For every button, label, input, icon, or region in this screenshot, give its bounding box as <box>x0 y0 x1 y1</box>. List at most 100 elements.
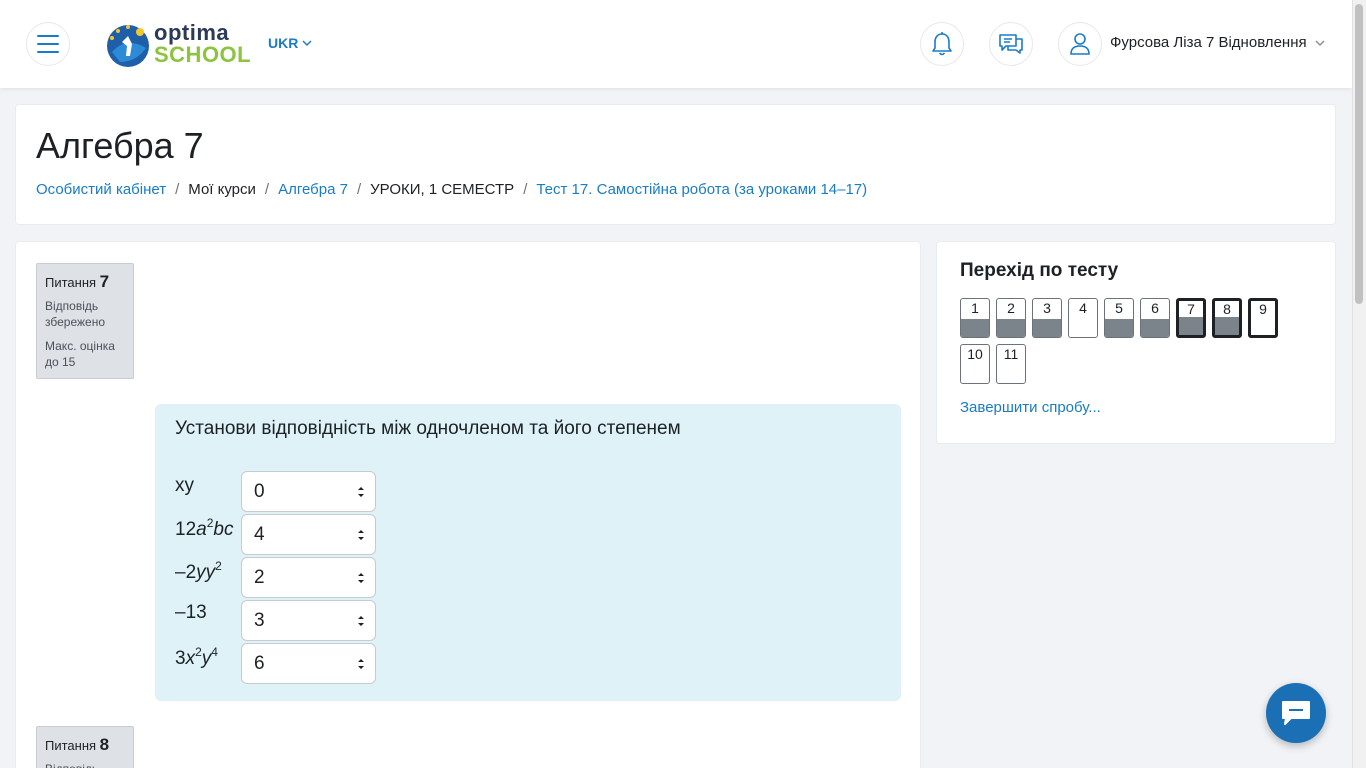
breadcrumb: Особистий кабінет / Мої курси / Алгебра … <box>36 181 867 198</box>
match-select-value: 0 <box>254 481 265 502</box>
quiz-nav-button-label: 6 <box>1151 300 1159 316</box>
quiz-nav-button-4[interactable]: 4 <box>1068 298 1098 338</box>
quiz-nav-button-1[interactable]: 1 <box>960 298 990 338</box>
match-select-value: 3 <box>254 610 265 631</box>
question-number: Питання 8 <box>45 735 125 755</box>
chevron-down-icon <box>302 40 312 47</box>
breadcrumb-separator: / <box>264 181 270 198</box>
quiz-nav-button-label: 4 <box>1079 300 1087 316</box>
scrollbar-thumb[interactable] <box>1355 4 1363 304</box>
quiz-nav-button-5[interactable]: 5 <box>1104 298 1134 338</box>
answered-indicator <box>1179 317 1203 335</box>
answered-indicator <box>1033 319 1061 337</box>
language-label: UKR <box>268 35 299 51</box>
match-row: 12a2bc 4 <box>175 514 395 556</box>
quiz-nav-button-label: 8 <box>1223 301 1231 317</box>
question-state: Відповідь <box>45 761 125 768</box>
support-chat-button[interactable] <box>1266 683 1326 743</box>
answered-indicator <box>1141 319 1169 337</box>
match-term: –2yy2 <box>175 559 222 583</box>
quiz-navigation-block: Перехід по тесту 1 2 3 4 5 6 7 8 9 10 11 Завершити… <box>936 241 1336 444</box>
match-row: –13 3 <box>175 600 395 642</box>
question-state: Відповідь збережено <box>45 299 105 329</box>
user-menu[interactable]: Фурсова Ліза 7 Відновлення <box>1110 34 1325 51</box>
question-formulation: Установи відповідність між одночленом та… <box>155 404 901 701</box>
breadcrumb-separator: / <box>175 181 180 198</box>
quiz-nav-button-2[interactable]: 2 <box>996 298 1026 338</box>
question-number-value: 8 <box>99 735 110 754</box>
hamburger-icon-line <box>37 51 59 53</box>
question-max-grade: Макс. оцінка до 15 <box>45 339 115 369</box>
quiz-nav-button-label: 3 <box>1043 300 1051 316</box>
hamburger-icon-line <box>37 43 59 45</box>
page-scrollbar[interactable] <box>1352 0 1366 768</box>
breadcrumb-separator: / <box>356 181 362 198</box>
question-number: Питання 7 <box>45 272 125 292</box>
breadcrumb-item-course[interactable]: Алгебра 7 <box>278 181 348 198</box>
match-row: 3x2y4 6 <box>175 643 395 685</box>
question-info-8: Питання 8 Відповідь <box>36 726 134 768</box>
top-navbar: optima SCHOOL UKR Фурсова Ліза 7 Відновл… <box>0 0 1352 88</box>
select-arrows-icon <box>358 487 364 497</box>
breadcrumb-separator: / <box>523 181 528 198</box>
site-logo[interactable]: optima SCHOOL <box>106 22 251 68</box>
quiz-nav-button-label: 10 <box>967 346 983 362</box>
quiz-nav-button-3[interactable]: 3 <box>1032 298 1062 338</box>
match-select-value: 6 <box>254 653 265 674</box>
select-arrows-icon <box>358 573 364 583</box>
logo-globe-icon <box>107 25 149 67</box>
answered-indicator <box>961 319 989 337</box>
chevron-down-icon <box>1315 39 1325 46</box>
logo-text-bottom: SCHOOL <box>154 42 252 67</box>
bell-icon <box>932 32 952 56</box>
messages-button[interactable] <box>989 22 1033 66</box>
match-select[interactable]: 4 <box>241 514 376 555</box>
match-select[interactable]: 3 <box>241 600 376 641</box>
match-term: 3x2y4 <box>175 645 218 669</box>
user-icon <box>1070 33 1090 55</box>
breadcrumb-item-dashboard[interactable]: Особистий кабінет <box>36 181 166 198</box>
answered-indicator <box>1105 319 1133 337</box>
page-title: Алгебра 7 <box>36 125 204 166</box>
question-area: Питання 7 Відповідь збережено Макс. оцін… <box>15 241 921 768</box>
select-arrows-icon <box>358 616 364 626</box>
select-arrows-icon <box>358 659 364 669</box>
match-select-value: 4 <box>254 524 265 545</box>
match-row: –2yy2 2 <box>175 557 395 599</box>
quiz-nav-button-10[interactable]: 10 <box>960 344 990 384</box>
match-row: xy 0 <box>175 471 395 513</box>
quiz-nav-button-11[interactable]: 11 <box>996 344 1026 384</box>
quiz-nav-button-7[interactable]: 7 <box>1176 298 1206 338</box>
question-label: Питання <box>45 738 97 753</box>
hamburger-menu-button[interactable] <box>26 22 70 66</box>
quiz-nav-button-label: 11 <box>1003 346 1019 362</box>
quiz-nav-button-9[interactable]: 9 <box>1248 298 1278 338</box>
breadcrumb-item-quiz[interactable]: Тест 17. Самостійна робота (за уроками 1… <box>536 181 867 198</box>
breadcrumb-item-my-courses: Мої курси <box>188 181 256 198</box>
match-term: 12a2bc <box>175 516 234 540</box>
quiz-nav-button-label: 1 <box>971 300 979 316</box>
match-select[interactable]: 0 <box>241 471 376 512</box>
match-select[interactable]: 2 <box>241 557 376 598</box>
match-select-value: 2 <box>254 567 265 588</box>
user-name: Фурсова Ліза 7 Відновлення <box>1110 34 1307 51</box>
match-select[interactable]: 6 <box>241 643 376 684</box>
question-number-value: 7 <box>99 272 110 291</box>
quiz-nav-button-6[interactable]: 6 <box>1140 298 1170 338</box>
chat-icon <box>999 34 1023 54</box>
user-avatar-button[interactable] <box>1058 22 1102 66</box>
language-selector[interactable]: UKR <box>268 35 312 51</box>
quiz-nav-button-label: 2 <box>1007 300 1015 316</box>
select-arrows-icon <box>358 530 364 540</box>
quiz-nav-button-label: 5 <box>1115 300 1123 316</box>
question-text: Установи відповідність між одночленом та… <box>175 418 681 439</box>
answered-indicator <box>997 319 1025 337</box>
notifications-button[interactable] <box>920 22 964 66</box>
logo-text-top: optima <box>154 20 230 45</box>
question-info-7: Питання 7 Відповідь збережено Макс. оцін… <box>36 263 134 379</box>
quiz-nav-button-label: 7 <box>1187 301 1195 317</box>
quiz-nav-button-8[interactable]: 8 <box>1212 298 1242 338</box>
answered-indicator <box>1215 317 1239 335</box>
hamburger-icon-line <box>37 35 59 37</box>
finish-attempt-link[interactable]: Завершити спробу... <box>960 399 1101 416</box>
